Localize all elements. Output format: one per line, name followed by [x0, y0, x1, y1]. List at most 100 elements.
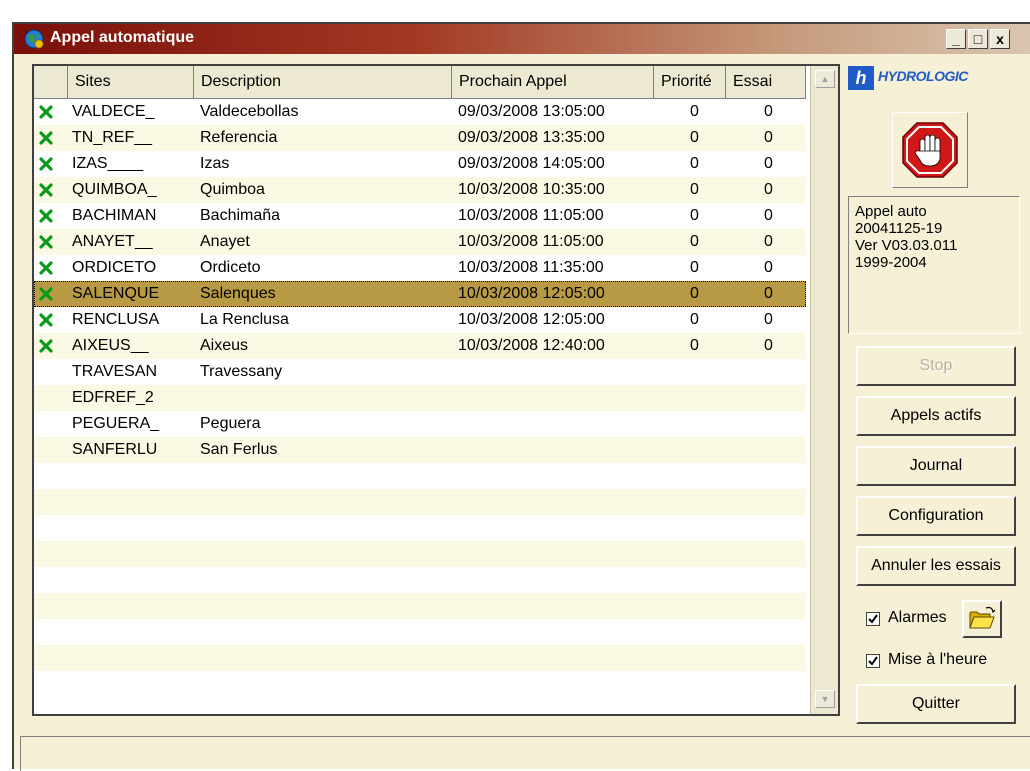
- hydrologic-logo: h HYDROLOGIC: [848, 64, 1020, 92]
- table-row[interactable]: [34, 671, 806, 697]
- scroll-down-button[interactable]: ▼: [815, 690, 835, 708]
- green-x-icon: [39, 209, 53, 223]
- green-x-icon: [39, 157, 53, 171]
- cell-priority: 0: [690, 311, 699, 328]
- table-row[interactable]: ORDICETO Ordiceto 10/03/2008 11:35:00 0 0: [34, 255, 806, 281]
- info-line-version: Ver V03.03.011: [855, 237, 958, 254]
- table-row[interactable]: VALDECE_ Valdecebollas 09/03/2008 13:05:00…: [34, 99, 806, 125]
- cell-site: TN_REF__: [72, 129, 153, 146]
- table-row[interactable]: TRAVESAN Travessany: [34, 359, 806, 385]
- table-row[interactable]: [34, 567, 806, 593]
- cell-description: Referencia: [200, 129, 278, 146]
- info-line-copyright: 1999-2004: [855, 254, 927, 271]
- cell-description: Ordiceto: [200, 259, 261, 276]
- cell-description: Peguera: [200, 415, 261, 432]
- table-row[interactable]: QUIMBOA_ Quimboa 10/03/2008 10:35:00 0 0: [34, 177, 806, 203]
- cell-site: QUIMBOA_: [72, 181, 157, 198]
- table-row[interactable]: ANAYET__ Anayet 10/03/2008 11:05:00 0 0: [34, 229, 806, 255]
- alarms-checkbox[interactable]: [866, 612, 880, 626]
- green-x-icon: [39, 287, 53, 301]
- green-x-icon: [39, 313, 53, 327]
- green-x-icon: [39, 339, 53, 353]
- cell-attempt: 0: [764, 207, 773, 224]
- green-x-icon: [39, 131, 53, 145]
- table-row[interactable]: AIXEUS__ Aixeus 10/03/2008 12:40:00 0 0: [34, 333, 806, 359]
- cell-description: Quimboa: [200, 181, 265, 198]
- checkmark-icon: [868, 614, 878, 624]
- header-corner: [34, 66, 68, 98]
- table-row[interactable]: [34, 489, 806, 515]
- cell-description: Salenques: [200, 285, 276, 302]
- cell-attempt: 0: [764, 181, 773, 198]
- stop-button[interactable]: Stop: [856, 346, 1016, 386]
- cell-next-call: 09/03/2008 14:05:00: [458, 155, 605, 172]
- active-calls-button[interactable]: Appels actifs: [856, 396, 1016, 436]
- cancel-attempts-button[interactable]: Annuler les essais: [856, 546, 1016, 586]
- cell-next-call: 10/03/2008 12:05:00: [458, 311, 605, 328]
- time-sync-label: Mise à l'heure: [888, 651, 988, 668]
- table-row[interactable]: [34, 463, 806, 489]
- table-row[interactable]: BACHIMAN Bachimaña 10/03/2008 11:05:00 0 0: [34, 203, 806, 229]
- cell-next-call: 10/03/2008 12:40:00: [458, 337, 605, 354]
- table-row[interactable]: [34, 619, 806, 645]
- table-row[interactable]: PEGUERA_ Peguera: [34, 411, 806, 437]
- cell-priority: 0: [690, 181, 699, 198]
- configuration-button[interactable]: Configuration: [856, 496, 1016, 536]
- cell-site: AIXEUS__: [72, 337, 149, 354]
- maximize-button[interactable]: □: [968, 29, 988, 49]
- column-header-sites[interactable]: Sites: [68, 66, 194, 98]
- cell-description: Anayet: [200, 233, 250, 250]
- table-row[interactable]: SANFERLU San Ferlus: [34, 437, 806, 463]
- window-title: Appel automatique: [50, 29, 195, 46]
- open-folder-icon: [969, 606, 996, 629]
- sites-grid[interactable]: Sites Description Prochain Appel Priorit…: [32, 64, 840, 716]
- cell-next-call: 10/03/2008 11:05:00: [458, 207, 604, 224]
- table-row[interactable]: RENCLUSA La Renclusa 10/03/2008 12:05:00 0 0: [34, 307, 806, 333]
- checkmark-icon: [868, 656, 878, 666]
- cell-attempt: 0: [764, 129, 773, 146]
- table-row[interactable]: TN_REF__ Referencia 09/03/2008 13:35:00 0 0: [34, 125, 806, 151]
- cell-next-call: 09/03/2008 13:35:00: [458, 129, 605, 146]
- cell-site: SANFERLU: [72, 441, 158, 458]
- minimize-button[interactable]: _: [946, 29, 966, 49]
- cell-description: Bachimaña: [200, 207, 281, 224]
- cell-priority: 0: [690, 103, 699, 120]
- scroll-up-button[interactable]: ▲: [815, 70, 835, 88]
- cell-priority: 0: [690, 155, 699, 172]
- column-header-next-call[interactable]: Prochain Appel: [452, 66, 654, 98]
- table-row[interactable]: IZAS____ Izas 09/03/2008 14:05:00 0 0: [34, 151, 806, 177]
- cell-next-call: 10/03/2008 11:35:00: [458, 259, 604, 276]
- time-sync-checkbox[interactable]: [866, 654, 880, 668]
- table-row[interactable]: SALENQUE Salenques 10/03/2008 12:05:00 0 0: [34, 281, 806, 307]
- cell-priority: 0: [690, 233, 699, 250]
- table-row[interactable]: [34, 645, 806, 671]
- table-row[interactable]: [34, 593, 806, 619]
- table-row[interactable]: [34, 515, 806, 541]
- table-row[interactable]: [34, 541, 806, 567]
- close-button[interactable]: x: [990, 29, 1010, 49]
- cell-site: RENCLUSA: [72, 311, 160, 328]
- cell-site: ANAYET__: [72, 233, 153, 250]
- cell-attempt: 0: [764, 233, 773, 250]
- quit-button[interactable]: Quitter: [856, 684, 1016, 724]
- green-x-icon: [39, 235, 53, 249]
- vertical-scrollbar[interactable]: ▲ ▼: [810, 66, 838, 714]
- open-folder-button[interactable]: [962, 600, 1002, 638]
- green-x-icon: [39, 105, 53, 119]
- cell-description: San Ferlus: [200, 441, 278, 458]
- column-header-priority[interactable]: Priorité: [654, 66, 726, 98]
- grid-header: Sites Description Prochain Appel Priorit…: [34, 66, 806, 99]
- cell-description: Izas: [200, 155, 230, 172]
- journal-button[interactable]: Journal: [856, 446, 1016, 486]
- cell-next-call: 09/03/2008 13:05:00: [458, 103, 605, 120]
- table-row[interactable]: EDFREF_2: [34, 385, 806, 411]
- title-bar[interactable]: Appel automatique _ □ x: [14, 24, 1030, 54]
- cell-description: La Renclusa: [200, 311, 289, 328]
- column-header-attempt[interactable]: Essai: [726, 66, 806, 98]
- cell-next-call: 10/03/2008 10:35:00: [458, 181, 605, 198]
- green-x-icon: [39, 261, 53, 275]
- cell-description: Valdecebollas: [200, 103, 299, 120]
- column-header-description[interactable]: Description: [194, 66, 452, 98]
- stop-hand-icon: [902, 122, 958, 178]
- status-bar: [20, 736, 1030, 771]
